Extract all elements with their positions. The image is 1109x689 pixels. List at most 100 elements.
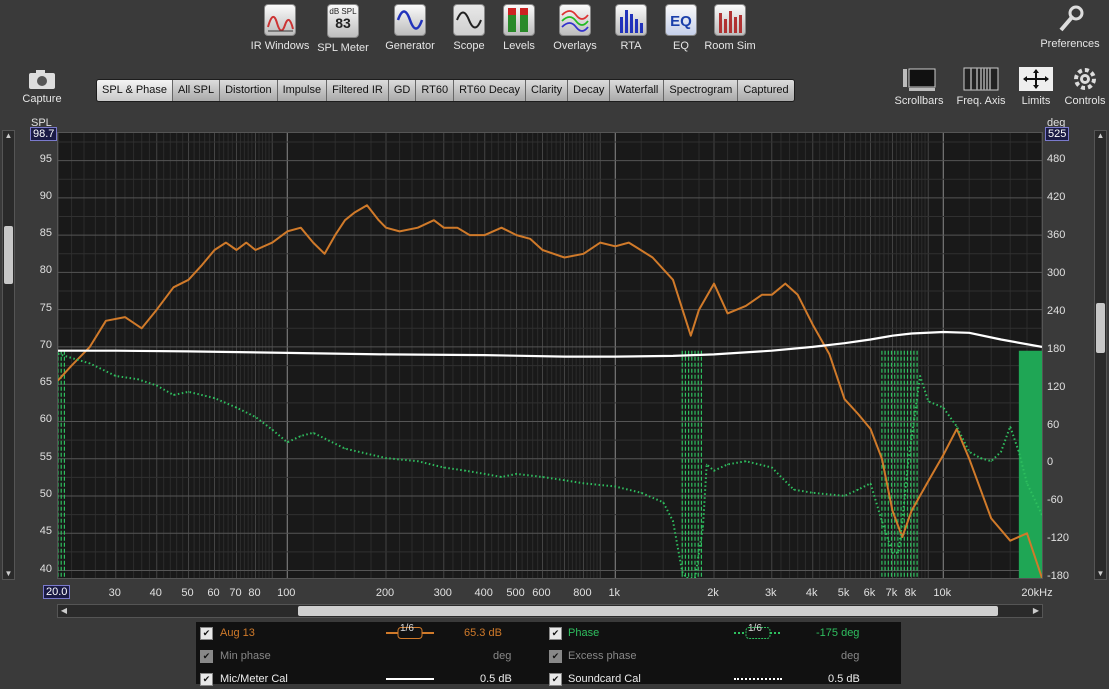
spl-phase-graph[interactable] bbox=[57, 132, 1043, 579]
data-point bbox=[286, 441, 288, 443]
scroll-left-arrow-icon[interactable]: ◀ bbox=[58, 605, 70, 617]
data-point bbox=[213, 397, 216, 399]
horizontal-scroll-thumb[interactable] bbox=[298, 606, 998, 616]
data-point bbox=[897, 552, 900, 554]
data-point bbox=[881, 520, 883, 522]
soundcard-cal-checkbox[interactable]: ✔ bbox=[549, 673, 562, 686]
tab-rt60[interactable]: RT60 bbox=[416, 80, 455, 101]
data-point bbox=[942, 454, 944, 456]
aug13-smoothing-button[interactable]: 1/6 bbox=[386, 623, 434, 639]
data-point bbox=[344, 219, 346, 221]
right-tick-label: 480 bbox=[1047, 153, 1066, 166]
data-point bbox=[910, 332, 913, 335]
right-axis-top-value[interactable]: 525 bbox=[1045, 127, 1070, 141]
tab-filtered-ir[interactable]: Filtered IR bbox=[327, 80, 389, 101]
tab-all-spl[interactable]: All SPL bbox=[173, 80, 221, 101]
ir-windows-label: IR Windows bbox=[250, 40, 310, 52]
controls-button[interactable]: Controls bbox=[1062, 66, 1108, 107]
data-point bbox=[70, 364, 73, 367]
left-axis-top-value[interactable]: 98.7 bbox=[30, 127, 58, 141]
right-scroll-thumb[interactable] bbox=[1096, 303, 1105, 353]
mic-cal-checkbox[interactable]: ✔ bbox=[200, 673, 213, 686]
tab-spl-phase[interactable]: SPL & Phase bbox=[97, 80, 174, 101]
scrollbars-button[interactable]: Scrollbars bbox=[893, 66, 945, 107]
data-point bbox=[681, 571, 683, 573]
data-point bbox=[891, 510, 894, 512]
min-phase-unit: deg bbox=[493, 650, 512, 662]
data-point bbox=[417, 460, 419, 462]
aug13-checkbox[interactable]: ✔ bbox=[200, 627, 213, 640]
data-point bbox=[702, 526, 704, 529]
right-tick-label: 300 bbox=[1047, 267, 1066, 280]
room-sim-label: Room Sim bbox=[704, 40, 756, 52]
data-point bbox=[812, 492, 814, 494]
data-point bbox=[919, 375, 921, 377]
tab-spectrogram[interactable]: Spectrogram bbox=[664, 80, 739, 101]
x-tick-label: 60 bbox=[207, 587, 220, 599]
data-point bbox=[312, 432, 314, 434]
right-vertical-scrollbar[interactable]: ▲ ▼ bbox=[1094, 130, 1107, 580]
room-sim-button[interactable]: Room Sim bbox=[695, 4, 765, 52]
data-point bbox=[115, 350, 117, 352]
ir-windows-button[interactable]: IR Windows bbox=[245, 4, 315, 52]
left-tick-label: 95 bbox=[39, 152, 52, 165]
data-point bbox=[843, 398, 846, 400]
data-point bbox=[324, 253, 326, 255]
excess-phase-checkbox[interactable]: ✔ bbox=[549, 650, 562, 663]
data-point bbox=[942, 406, 944, 409]
tab-clarity[interactable]: Clarity bbox=[526, 80, 569, 101]
phase-checkbox[interactable]: ✔ bbox=[549, 627, 562, 640]
limits-button[interactable]: Limits bbox=[1015, 66, 1057, 107]
tab-captured[interactable]: Captured bbox=[738, 80, 794, 101]
x-axis-start-value[interactable]: 20.0 bbox=[43, 585, 71, 599]
tab-waterfall[interactable]: Waterfall bbox=[610, 80, 665, 101]
scroll-down-arrow-icon[interactable]: ▼ bbox=[3, 569, 14, 579]
data-point bbox=[433, 219, 435, 221]
phase-smoothing-value: 1/6 bbox=[748, 623, 762, 634]
data-point bbox=[927, 400, 929, 402]
min-phase-checkbox[interactable]: ✔ bbox=[200, 650, 213, 663]
tab-gd[interactable]: GD bbox=[388, 80, 417, 101]
scroll-down-arrow-icon[interactable]: ▼ bbox=[1095, 569, 1106, 579]
data-point bbox=[891, 552, 894, 554]
right-tick-label: -60 bbox=[1047, 494, 1063, 507]
right-tick-label: -120 bbox=[1047, 532, 1070, 545]
data-point bbox=[172, 394, 175, 396]
mic-cal-line-swatch bbox=[386, 678, 434, 680]
x-tick-label: 800 bbox=[573, 587, 592, 599]
data-point bbox=[1009, 540, 1011, 542]
x-tick-label: 4k bbox=[805, 587, 818, 599]
tab-rt60-decay[interactable]: RT60 Decay bbox=[454, 80, 526, 101]
limits-icon bbox=[1018, 66, 1054, 92]
spl-meter-icon: dB SPL 83 bbox=[327, 4, 359, 38]
data-point bbox=[235, 249, 238, 251]
data-point bbox=[201, 264, 203, 266]
data-point bbox=[187, 279, 190, 281]
scroll-up-arrow-icon[interactable]: ▲ bbox=[1095, 131, 1106, 141]
freq-axis-button[interactable]: Freq. Axis bbox=[952, 66, 1010, 107]
scroll-right-arrow-icon[interactable]: ▶ bbox=[1030, 605, 1042, 617]
left-tick-label: 65 bbox=[39, 376, 52, 389]
tab-decay[interactable]: Decay bbox=[568, 80, 611, 101]
scroll-up-arrow-icon[interactable]: ▲ bbox=[3, 131, 14, 141]
left-tick-label: 50 bbox=[39, 488, 52, 500]
preferences-button[interactable]: Preferences bbox=[1035, 4, 1105, 50]
horizontal-scrollbar[interactable]: ◀ ▶ bbox=[57, 604, 1043, 618]
data-point bbox=[672, 279, 674, 281]
left-scroll-thumb[interactable] bbox=[4, 226, 13, 284]
tab-distortion[interactable]: Distortion bbox=[220, 80, 278, 101]
capture-button[interactable]: Capture bbox=[18, 68, 66, 105]
data-point bbox=[1018, 451, 1020, 453]
spl-meter-button[interactable]: dB SPL 83 SPL Meter bbox=[308, 4, 378, 54]
data-point bbox=[385, 227, 387, 229]
x-tick-label: 40 bbox=[149, 587, 162, 599]
phase-smoothing-button[interactable]: 1/6 bbox=[734, 623, 782, 639]
spl-value: 83 bbox=[335, 15, 351, 31]
data-point bbox=[456, 227, 458, 229]
left-vertical-scrollbar[interactable]: ▲ ▼ bbox=[2, 130, 15, 580]
data-point bbox=[980, 457, 982, 459]
data-point bbox=[1026, 532, 1028, 534]
right-tick-label: 360 bbox=[1047, 229, 1066, 242]
tab-impulse[interactable]: Impulse bbox=[277, 80, 328, 101]
room-sim-icon bbox=[714, 4, 746, 36]
